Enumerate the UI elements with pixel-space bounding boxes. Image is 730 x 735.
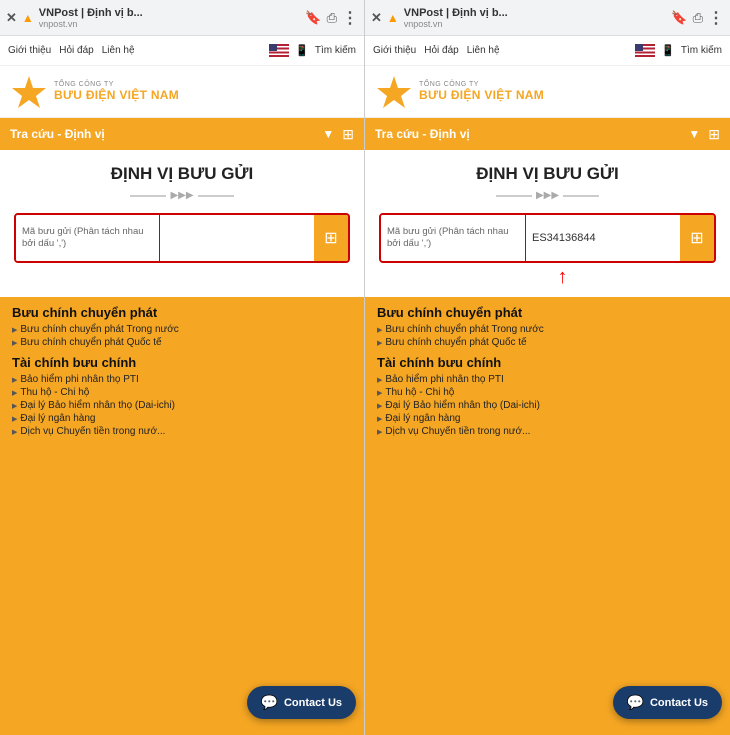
search-label[interactable]: Tìm kiếm [315,45,356,56]
top-nav: Giới thiệu Hỏi đáp Liên hệ 📱 Tìm kiếm [365,36,730,66]
vnpost-logo[interactable]: TỔNG CÔNG TY BƯU ĐIỆN VIỆT NAM [8,74,179,110]
footer-col2-item[interactable]: ▶ Thu hộ - Chi hộ [12,386,352,399]
footer-section: Bưu chính chuyển phát ▶ Bưu chính chuyển… [365,297,730,735]
search-row: Mã bưu gửi (Phân tách nhau bởi dấu ',') … [379,213,716,263]
logo-main: BƯU ĐIỆN VIỆT NAM [419,88,544,102]
browser-bar: ✕ ▲ VNPost | Định vị b... vnpost.vn 🔖 ⎙ … [365,0,730,36]
bookmark-icon[interactable]: 🔖 [305,10,321,26]
phone-icon: 📱 [661,44,675,57]
main-content: ĐỊNH VỊ BƯU GỬI ▶▶▶ Mã bưu gửi (Phân tác… [0,150,364,297]
logo-sub: TỔNG CÔNG TY [54,81,179,88]
bookmark-icon[interactable]: 🔖 [671,10,687,26]
search-label-text: Mã bưu gửi (Phân tách nhau bởi dấu ',') [381,215,526,261]
us-flag-icon[interactable] [635,44,655,57]
tab-url: vnpost.vn [404,19,667,29]
yellow-nav[interactable]: Tra cứu - Định vị ▼ ⊞ [365,118,730,150]
close-icon[interactable]: ✕ [371,10,382,26]
contact-us-label: Contact Us [650,697,708,709]
search-button[interactable]: ⊞ [680,215,714,261]
nav-gioi-thieu[interactable]: Giới thiệu [373,45,416,56]
footer-col2-title: Tài chính bưu chính [12,355,352,370]
warning-icon: ▲ [387,11,399,25]
logo-main: BƯU ĐIỆN VIỆT NAM [54,88,179,102]
contact-us-button[interactable]: 💬 Contact Us [613,686,723,719]
arrow-annotation: ↑ [379,263,716,287]
footer-col2-item[interactable]: ▶ Đại lý ngân hàng [12,412,352,425]
close-icon[interactable]: ✕ [6,10,17,26]
footer-col1-title: Bưu chính chuyển phát [377,305,718,320]
footer-col2-item[interactable]: ▶ Thu hộ - Chi hộ [377,386,718,399]
footer-col2-item[interactable]: ▶ Đại lý ngân hàng [377,412,718,425]
share-icon[interactable]: ⎙ [327,10,337,26]
search-label-text: Mã bưu gửi (Phân tách nhau bởi dấu ',') [16,215,160,261]
panel-right: ✕ ▲ VNPost | Định vị b... vnpost.vn 🔖 ⎙ … [365,0,730,735]
footer-col2-item[interactable]: ▶ Bảo hiểm phi nhân thọ PTI [377,373,718,386]
top-nav: Giới thiệu Hỏi đáp Liên hệ 📱 Tìm kiếm [0,36,364,66]
footer-col2-item[interactable]: ▶ Dịch vụ Chuyển tiền trong nướ... [12,425,352,438]
footer-col1-item[interactable]: ▶ Bưu chính chuyển phát Quốc tế [377,336,718,349]
vnpost-logo[interactable]: TỔNG CÔNG TY BƯU ĐIỆN VIỆT NAM [373,74,544,110]
search-label[interactable]: Tìm kiếm [681,45,722,56]
chat-bubble-icon: 💬 [261,694,278,711]
logo-bar: TỔNG CÔNG TY BƯU ĐIỆN VIỆT NAM [365,66,730,118]
yellow-nav[interactable]: Tra cứu - Định vị ▼ ⊞ [0,118,364,150]
tracking-input[interactable] [526,215,680,261]
main-content: ĐỊNH VỊ BƯU GỬI ▶▶▶ Mã bưu gửi (Phân tác… [365,150,730,297]
nav-lien-he[interactable]: Liên hệ [102,45,135,56]
footer-col1-item[interactable]: ▶ Bưu chính chuyển phát Quốc tế [12,336,352,349]
tab-url: vnpost.vn [39,19,301,29]
dropdown-arrow-icon[interactable]: ▼ [688,127,700,141]
logo-bar: TỔNG CÔNG TY BƯU ĐIỆN VIỆT NAM [0,66,364,118]
phone-icon: 📱 [295,44,309,57]
yellow-nav-text: Tra cứu - Định vị [375,127,470,141]
search-row: Mã bưu gửi (Phân tách nhau bởi dấu ',') … [14,213,350,263]
nav-gioi-thieu[interactable]: Giới thiệu [8,45,51,56]
nav-hoi-dap[interactable]: Hỏi đáp [424,45,458,56]
nav-hoi-dap[interactable]: Hỏi đáp [59,45,93,56]
tab-title: VNPost | Định vị b... [404,7,667,19]
grid-icon[interactable]: ⊞ [708,126,720,143]
panel-left: ✕ ▲ VNPost | Định vị b... vnpost.vn 🔖 ⎙ … [0,0,365,735]
more-icon[interactable]: ⋮ [342,8,358,28]
contact-us-label: Contact Us [284,697,342,709]
footer-col2-item[interactable]: ▶ Đại lý Bảo hiểm nhân thọ (Dai-ichi) [12,399,352,412]
dropdown-arrow-icon[interactable]: ▼ [322,127,334,141]
more-icon[interactable]: ⋮ [708,8,724,28]
tab-title: VNPost | Định vị b... [39,7,301,19]
footer-col2-title: Tài chính bưu chính [377,355,718,370]
yellow-nav-text: Tra cứu - Định vị [10,127,105,141]
divider-decoration: ▶▶▶ [536,190,559,201]
footer-col1-item[interactable]: ▶ Bưu chính chuyển phát Trong nước [12,323,352,336]
footer-col2-item[interactable]: ▶ Dịch vụ Chuyển tiền trong nướ... [377,425,718,438]
search-button[interactable]: ⊞ [314,215,348,261]
footer-col2-item[interactable]: ▶ Đại lý Bảo hiểm nhân thọ (Dai-ichi) [377,399,718,412]
browser-bar: ✕ ▲ VNPost | Định vị b... vnpost.vn 🔖 ⎙ … [0,0,364,36]
grid-icon[interactable]: ⊞ [342,126,354,143]
search-icon: ⊞ [324,228,337,248]
footer-col1-title: Bưu chính chuyển phát [12,305,352,320]
divider-decoration: ▶▶▶ [170,190,193,201]
warning-icon: ▲ [22,11,34,25]
search-icon: ⊞ [690,228,703,248]
logo-sub: TỔNG CÔNG TY [419,81,544,88]
page-title: ĐỊNH VỊ BƯU GỬI [111,164,254,184]
nav-lien-he[interactable]: Liên hệ [467,45,500,56]
chat-bubble-icon: 💬 [627,694,644,711]
share-icon[interactable]: ⎙ [693,10,703,26]
page-title: ĐỊNH VỊ BƯU GỬI [476,164,619,184]
us-flag-icon[interactable] [269,44,289,57]
footer-section: Bưu chính chuyển phát ▶ Bưu chính chuyển… [0,297,364,735]
footer-col1-item[interactable]: ▶ Bưu chính chuyển phát Trong nước [377,323,718,336]
footer-col2-item[interactable]: ▶ Bảo hiểm phi nhân thọ PTI [12,373,352,386]
contact-us-button[interactable]: 💬 Contact Us [247,686,357,719]
tracking-input[interactable] [160,215,314,261]
